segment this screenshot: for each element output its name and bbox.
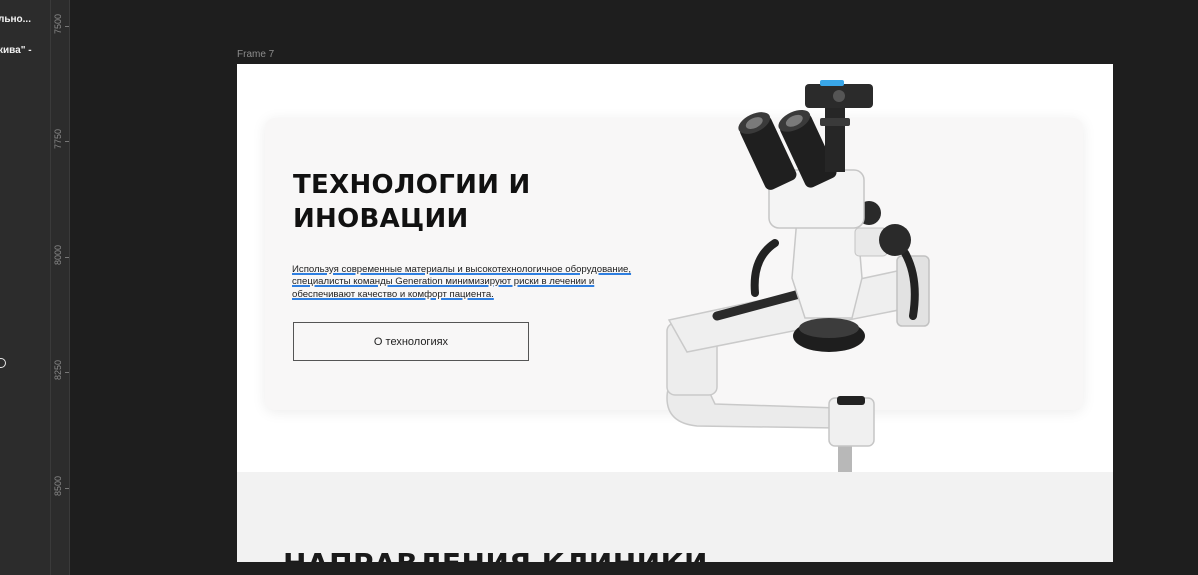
clinic-directions-section: НАПРАВЛЕНИЯ КЛИНИКИ bbox=[237, 472, 1113, 562]
technologies-button[interactable]: О технологиях bbox=[293, 322, 529, 361]
objective-ring bbox=[799, 318, 859, 338]
component-icon bbox=[0, 358, 6, 368]
hero-title: ТЕХНОЛОГИИ И ИНОВАЦИИ bbox=[293, 170, 531, 234]
layer-item[interactable]: льно... bbox=[0, 14, 31, 25]
ruler-label: 7500 bbox=[53, 14, 63, 35]
camera-port bbox=[833, 90, 845, 102]
frame-label[interactable]: Frame 7 bbox=[237, 49, 274, 60]
ruler-tick bbox=[65, 488, 69, 489]
layer-item[interactable]: кива" - bbox=[0, 45, 32, 56]
ruler-tick bbox=[65, 26, 69, 27]
hero-description-text: Используя современные материалы и высоко… bbox=[292, 264, 632, 300]
ruler-label: 7750 bbox=[53, 129, 63, 150]
joint-cap bbox=[837, 396, 865, 405]
ruler-label: 8000 bbox=[53, 245, 63, 266]
ruler-tick bbox=[65, 141, 69, 142]
section-title: НАПРАВЛЕНИЯ КЛИНИКИ bbox=[283, 547, 708, 562]
left-handle bbox=[750, 239, 779, 297]
ruler-label: 8500 bbox=[53, 476, 63, 497]
camera-led bbox=[820, 80, 844, 86]
ruler-tick bbox=[65, 372, 69, 373]
focus-knob bbox=[879, 224, 911, 256]
camera-ring bbox=[820, 118, 850, 126]
camera-tube bbox=[825, 106, 845, 172]
microscope-image bbox=[666, 80, 930, 478]
microscope-body bbox=[791, 217, 863, 319]
arm-joint bbox=[828, 397, 875, 447]
ruler-tick bbox=[65, 257, 69, 258]
layers-panel: льно... кива" - bbox=[0, 0, 50, 575]
hero-description: Используя современные материалы и высоко… bbox=[292, 264, 644, 301]
ruler-label: 8250 bbox=[53, 360, 63, 381]
vertical-ruler: 7500 7750 8000 8250 8500 bbox=[50, 0, 70, 575]
design-frame[interactable]: ТЕХНОЛОГИИ И ИНОВАЦИИ Используя современ… bbox=[237, 64, 1113, 562]
